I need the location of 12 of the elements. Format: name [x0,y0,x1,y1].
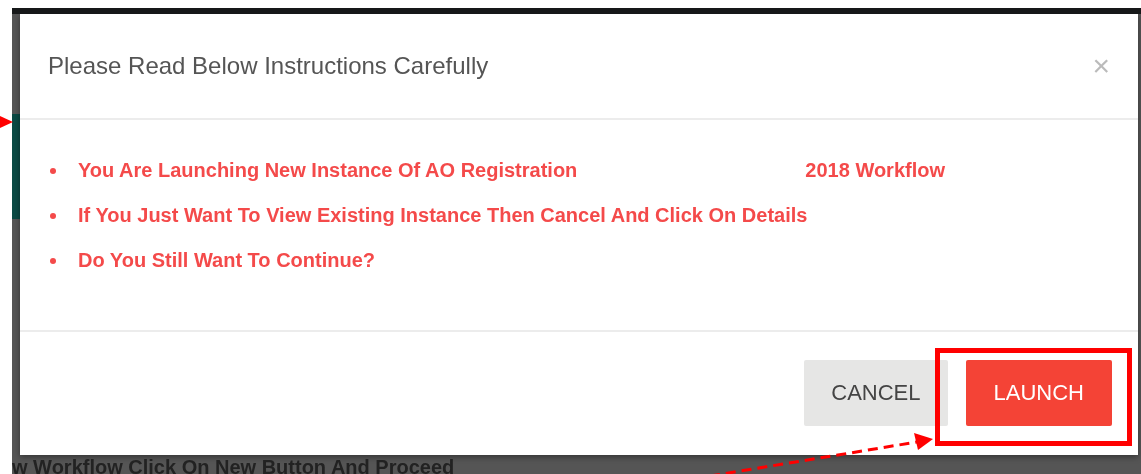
bullet-icon [50,257,56,264]
close-button[interactable]: × [1092,49,1110,83]
cancel-button[interactable]: CANCEL [804,360,948,426]
instruction-text: If You Just Want To View Existing Instance Then Cancel And Click On Details [78,204,808,227]
arrow-icon [0,114,14,130]
dialog-title: Please Read Below Instructions Carefully [48,52,489,80]
bullet-icon [50,212,56,219]
instruction-text: Do You Still Want To Continue? [78,249,375,272]
instruction-text: You Are Launching New Instance Of AO Registration [78,159,578,182]
bullet-icon [50,167,56,174]
workflow-text: 2018 Workflow [805,159,945,182]
launch-button[interactable]: LAUNCH [965,360,1112,426]
